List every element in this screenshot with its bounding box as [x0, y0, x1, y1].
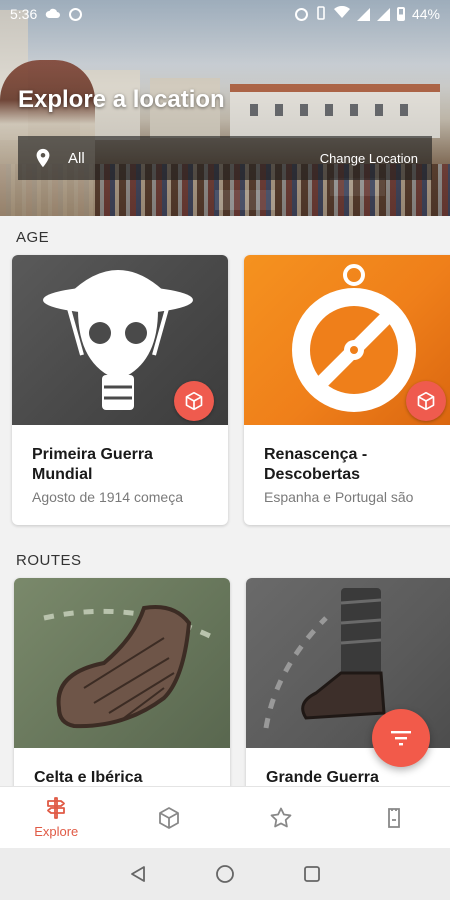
current-location: All: [68, 149, 85, 167]
recents-icon[interactable]: [303, 865, 321, 883]
change-location-button[interactable]: Change Location: [320, 151, 418, 166]
signal-icon: [356, 7, 370, 21]
age-card-primeira-guerra[interactable]: Primeira Guerra Mundial Agosto de 1914 c…: [12, 255, 228, 525]
cube-icon: [417, 391, 435, 411]
signal-icon: [376, 7, 390, 21]
bottom-navigation: Explore: [0, 786, 450, 848]
system-navigation-bar: [0, 848, 450, 900]
ar-badge-button[interactable]: [406, 381, 446, 421]
card-title: Renascença - Descobertas: [264, 446, 368, 483]
location-selector[interactable]: All Change Location: [18, 136, 432, 180]
route-card-celta[interactable]: Celta e Ibérica: [14, 578, 230, 798]
cube-icon: [185, 391, 203, 411]
card-title: Celta e Ibérica: [34, 769, 143, 786]
card-title: Grande Guerra: [266, 769, 379, 786]
section-title-routes: ROUTES: [16, 552, 82, 569]
nav-ar[interactable]: [113, 787, 226, 848]
page-title: Explore a location: [18, 86, 225, 113]
vibrate-icon: [315, 5, 327, 23]
status-bar: 5:36 44%: [0, 0, 450, 28]
cloud-icon: [45, 6, 61, 22]
back-icon[interactable]: [129, 865, 147, 883]
battery-level: 44%: [411, 6, 440, 22]
wifi-icon: [333, 5, 350, 22]
nav-favorites[interactable]: [225, 787, 338, 848]
status-time: 5:36: [10, 6, 38, 22]
nav-tickets[interactable]: [338, 787, 450, 848]
whatsapp-icon: [69, 7, 83, 21]
star-icon: [270, 807, 292, 827]
card-image: [14, 578, 230, 748]
alarm-icon: [294, 7, 308, 21]
home-icon[interactable]: [215, 864, 235, 884]
card-subtitle: Agosto de 1914 começa: [32, 489, 183, 505]
ar-badge-button[interactable]: [174, 381, 214, 421]
card-subtitle: Espanha e Portugal são: [264, 489, 414, 505]
signpost-icon: [47, 797, 66, 819]
nav-explore[interactable]: Explore: [0, 787, 113, 848]
ticket-icon: [387, 807, 400, 828]
battery-icon: [396, 7, 405, 21]
section-title-age: AGE: [16, 229, 50, 246]
nav-label: Explore: [34, 824, 79, 839]
route-card-grande-guerra[interactable]: Grande Guerra: [246, 578, 450, 798]
sandal-icon: [43, 605, 216, 729]
filter-icon: [391, 731, 411, 746]
card-title: Primeira Guerra Mundial: [32, 446, 153, 483]
card-image: [12, 255, 228, 425]
filter-fab-button[interactable]: [372, 709, 430, 767]
age-card-renascenca[interactable]: Renascença - Descobertas Espanha e Portu…: [244, 255, 450, 525]
card-image: [244, 255, 450, 425]
cube-icon: [158, 806, 179, 829]
location-pin-icon: [32, 147, 54, 169]
